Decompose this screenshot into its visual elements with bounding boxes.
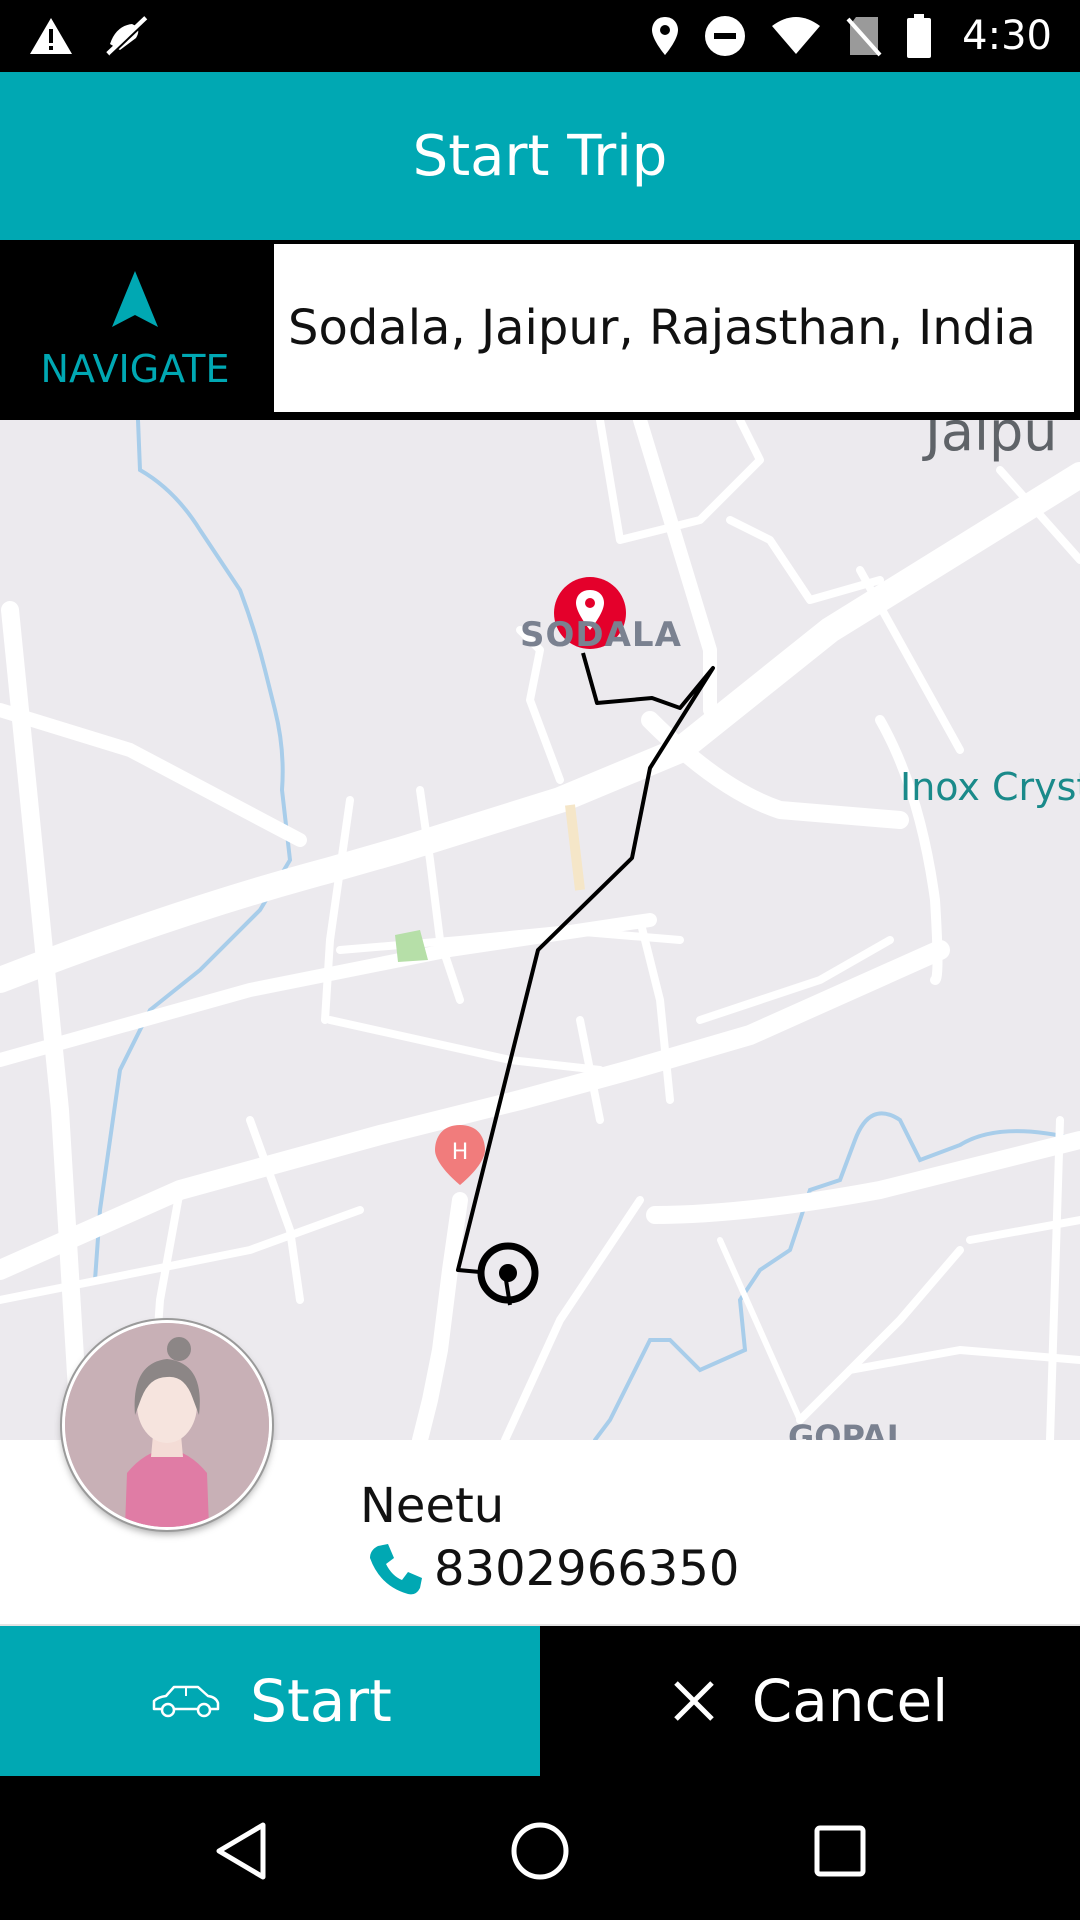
highway-segment <box>565 804 585 891</box>
recents-button[interactable] <box>795 1806 885 1896</box>
do-not-disturb-icon <box>705 16 746 56</box>
destination-address: Sodala, Jaipur, Rajasthan, India <box>288 300 1036 356</box>
no-sim-icon <box>846 17 882 57</box>
driver-phone-number: 8302966350 <box>434 1541 740 1597</box>
map-label-inox: Inox Crysta <box>900 765 1080 809</box>
destination-address-field[interactable]: Sodala, Jaipur, Rajasthan, India <box>272 242 1076 414</box>
map-canvas: H <box>0 420 1080 1440</box>
driver-avatar-icon <box>65 1323 269 1527</box>
location-icon <box>652 17 679 55</box>
navigate-label: NAVIGATE <box>40 347 230 391</box>
navigate-button[interactable]: NAVIGATE <box>0 240 270 420</box>
driver-phone-link[interactable]: 8302966350 <box>366 1540 739 1598</box>
status-bar: 4:30 <box>0 0 1080 72</box>
park-area <box>395 930 428 962</box>
home-button[interactable] <box>495 1806 585 1896</box>
driver-name: Neetu <box>360 1478 505 1534</box>
cancel-button-label: Cancel <box>751 1667 949 1735</box>
current-location-icon <box>477 1242 539 1306</box>
phone-icon <box>370 1544 422 1595</box>
map-label-jaipur: Jaipu <box>925 420 1058 463</box>
clock: 4:30 <box>962 13 1052 59</box>
warning-icon <box>30 18 72 54</box>
svg-text:H: H <box>452 1140 469 1165</box>
start-button[interactable]: Start <box>0 1626 540 1776</box>
map-view[interactable]: H Jaipu SODALA Inox Crysta GOPAL <box>0 420 1080 1440</box>
action-bar: Start Cancel <box>0 1626 1080 1776</box>
navigation-arrow-icon <box>112 271 158 327</box>
page-title: Start Trip <box>412 123 668 189</box>
hospital-marker-icon: H <box>435 1125 485 1185</box>
roads <box>0 420 1080 1440</box>
app-bar: Start Trip <box>0 72 1080 240</box>
system-nav-bar <box>0 1776 1080 1920</box>
map-label-sodala: SODALA <box>520 615 682 655</box>
back-button[interactable] <box>196 1806 286 1896</box>
navigation-row: NAVIGATE Sodala, Jaipur, Rajasthan, Indi… <box>0 240 1080 420</box>
home-icon <box>511 1822 569 1880</box>
avatar <box>62 1320 272 1530</box>
close-icon <box>673 1681 714 1721</box>
recents-icon <box>814 1825 866 1877</box>
status-left <box>28 0 152 72</box>
status-right: 4:30 <box>650 0 1052 72</box>
cancel-button[interactable]: Cancel <box>540 1626 1080 1776</box>
car-icon <box>152 1685 220 1718</box>
silent-mode-icon <box>106 16 149 57</box>
start-button-label: Start <box>250 1667 392 1735</box>
wifi-icon <box>772 17 821 54</box>
battery-icon <box>907 14 932 58</box>
back-icon <box>216 1822 266 1880</box>
map-label-gopal: GOPAL <box>788 1418 908 1440</box>
